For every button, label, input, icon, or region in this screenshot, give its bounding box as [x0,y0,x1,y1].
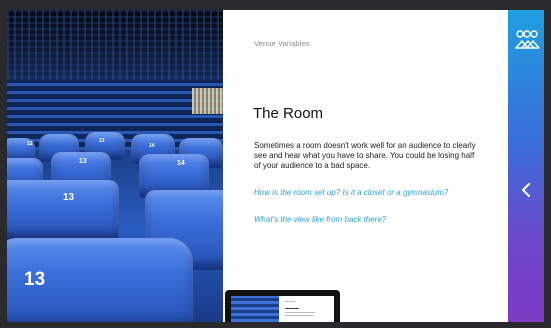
audience-group-icon [515,30,540,49]
chevron-left-icon[interactable] [519,180,533,200]
thumbnail-line [285,312,315,313]
seat-number: 13 [24,269,46,290]
slide-body-text: Sometimes a room doesn't work well for a… [254,141,476,170]
seat-number: 13 [79,158,87,165]
slide-thumbnail[interactable] [225,290,340,322]
section-eyebrow: Venue Variables [254,39,310,48]
slide-content: Venue Variables The Room Sometimes a roo… [223,10,508,322]
seat-number: 13 [63,192,75,203]
thumbnail-line [285,301,295,302]
thumbnail-line [285,308,299,309]
stadium-seats-photo: 12 13 14 13 14 13 13 [7,10,223,322]
slide-heading: The Room [253,105,324,122]
seat-number: 14 [149,143,155,149]
presentation-frame: 12 13 14 13 14 13 13 Venue Variables The… [7,10,544,322]
stands-background [7,10,223,90]
thumbnail-slide [279,296,334,322]
question-link-room-setup[interactable]: How is the room set up? Is it a closet o… [254,188,448,197]
seat-number: 14 [177,160,185,167]
question-link-view[interactable]: What's the view like from back there? [254,215,386,224]
accent-sidebar [508,10,544,322]
railing [192,88,223,114]
thumbnail-line [285,315,313,316]
seat-number: 12 [27,141,33,147]
thumbnail-photo [231,296,279,322]
seat-number: 13 [99,138,105,144]
seat [7,180,119,240]
